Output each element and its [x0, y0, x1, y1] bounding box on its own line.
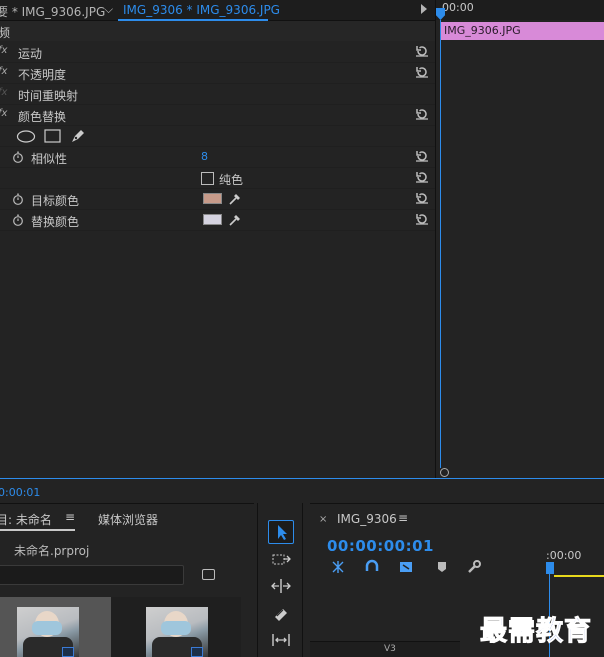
reset-icon[interactable] [415, 191, 429, 205]
effect-controls-footer: 0:00:01 [0, 478, 604, 499]
fx-badge[interactable]: fx [0, 45, 7, 56]
current-time[interactable]: 0:00:01 [0, 486, 40, 499]
fx-badge[interactable]: fx [0, 66, 7, 77]
solid-color-label: 纯色 [219, 173, 244, 187]
track-label-v3[interactable]: V3 [384, 644, 396, 654]
ripple-edit-icon [271, 579, 291, 593]
property-label: 时间重映射 [18, 89, 79, 103]
reset-icon[interactable] [415, 212, 429, 226]
add-marker-icon[interactable] [434, 559, 450, 575]
effect-controls-tabbar: 要 * IMG_9306.JPG ⌵ IMG_9306 * IMG_9306.J… [0, 0, 435, 21]
reset-icon[interactable] [415, 170, 429, 184]
panel-menu-icon[interactable]: ≡ [65, 510, 75, 524]
chevron-down-icon[interactable]: ⌵ [104, 2, 113, 17]
project-file-name: 未命名.prproj [14, 544, 90, 558]
section-header-label: 频 [0, 26, 11, 40]
slip-icon [272, 634, 290, 646]
watermark-logo: 最需教育 [480, 616, 592, 648]
photo-thumbnail [146, 607, 208, 657]
ruler-time-label: 00:00 [442, 1, 474, 14]
sequence-tab-title[interactable]: IMG_9306 [337, 512, 397, 526]
sequence-ruler-time: :00:00 [546, 549, 582, 562]
property-similarity[interactable]: 相似性 8 [0, 147, 435, 168]
property-opacity[interactable]: fx 不透明度 [0, 63, 435, 84]
work-area-bar[interactable] [554, 575, 604, 577]
pen-mask-icon[interactable] [70, 128, 86, 144]
project-panel: 目: 未命名 ≡ 媒体浏览器 未命名.prproj [0, 503, 254, 657]
tab-sequence-clip[interactable]: IMG_9306 * IMG_9306.JPG [123, 3, 280, 17]
track-select-tool[interactable] [268, 549, 294, 573]
eyedropper-icon[interactable] [228, 213, 242, 227]
search-input[interactable] [0, 565, 184, 585]
snap-magnet-icon[interactable] [364, 559, 380, 575]
reset-icon[interactable] [415, 44, 429, 58]
fx-badge[interactable]: fx [0, 108, 7, 119]
stopwatch-icon[interactable] [12, 193, 24, 205]
tab-project[interactable]: 目: 未命名 [0, 511, 52, 528]
property-motion[interactable]: fx 运动 [0, 42, 435, 63]
sequence-timecode[interactable]: 00:00:00:01 [327, 537, 434, 555]
target-color-swatch[interactable] [203, 193, 222, 204]
rectangle-mask-icon[interactable] [44, 129, 61, 143]
stopwatch-icon[interactable] [12, 214, 24, 226]
property-replace-color[interactable]: 替换颜色 [0, 210, 435, 231]
video-effects-header: 频 [0, 21, 435, 41]
selection-tool[interactable] [268, 520, 294, 544]
snap-insert-icon[interactable] [330, 559, 346, 575]
project-item-thumbnail[interactable] [128, 597, 239, 657]
playhead-line[interactable] [440, 20, 441, 468]
replace-color-swatch[interactable] [203, 214, 222, 225]
solid-color-checkbox[interactable] [201, 172, 214, 185]
linked-selection-icon[interactable] [398, 559, 414, 575]
similarity-value[interactable]: 8 [201, 150, 208, 163]
effect-controls-timeline[interactable]: 00:00 IMG_9306.JPG [435, 0, 604, 480]
project-items-grid [0, 597, 241, 657]
property-target-color[interactable]: 目标颜色 [0, 189, 435, 210]
wrench-icon[interactable] [466, 559, 482, 575]
property-solid-color: 纯色 [0, 168, 435, 189]
clip-bar[interactable]: IMG_9306.JPG [440, 22, 604, 40]
property-color-replace[interactable]: fx 颜色替换 [0, 105, 435, 126]
property-label: 运动 [18, 47, 43, 61]
time-ruler[interactable]: 00:00 [436, 0, 604, 20]
project-item-thumbnail[interactable] [0, 597, 111, 657]
track-select-icon [272, 554, 291, 565]
playhead-handle[interactable] [546, 562, 554, 574]
reset-icon[interactable] [415, 149, 429, 163]
tab-source-clip[interactable]: 要 * IMG_9306.JPG [0, 3, 105, 20]
tab-media-browser[interactable]: 媒体浏览器 [98, 511, 158, 528]
eyedropper-icon[interactable] [228, 192, 242, 206]
photo-thumbnail [17, 607, 79, 657]
property-label: 相似性 [31, 152, 68, 166]
razor-tool[interactable] [268, 602, 294, 626]
property-label: 不透明度 [18, 68, 67, 82]
clip-name: IMG_9306.JPG [444, 24, 521, 37]
property-label: 目标颜色 [31, 194, 80, 208]
effect-controls-panel: 要 * IMG_9306.JPG ⌵ IMG_9306 * IMG_9306.J… [0, 0, 604, 499]
ellipse-mask-icon[interactable] [16, 130, 36, 143]
property-label: 替换颜色 [31, 215, 80, 229]
tools-panel [257, 503, 303, 657]
stopwatch-icon[interactable] [12, 151, 24, 163]
reset-icon[interactable] [415, 65, 429, 79]
reset-icon[interactable] [415, 107, 429, 121]
property-time-remapping[interactable]: fx 时间重映射 [0, 84, 435, 105]
close-icon[interactable]: × [319, 514, 327, 525]
panel-menu-icon[interactable]: ≡ [398, 511, 408, 525]
property-label: 颜色替换 [18, 110, 67, 124]
razor-icon [275, 609, 287, 621]
ripple-edit-tool[interactable] [268, 575, 294, 599]
mask-tools-row [0, 126, 435, 147]
search-icon[interactable] [202, 569, 215, 580]
active-tab-indicator [0, 529, 75, 531]
fx-badge[interactable]: fx [0, 87, 7, 98]
play-icon[interactable] [421, 4, 427, 14]
zoom-handle[interactable] [440, 468, 449, 477]
arrow-cursor-icon [278, 525, 287, 540]
slip-tool[interactable] [268, 629, 294, 653]
